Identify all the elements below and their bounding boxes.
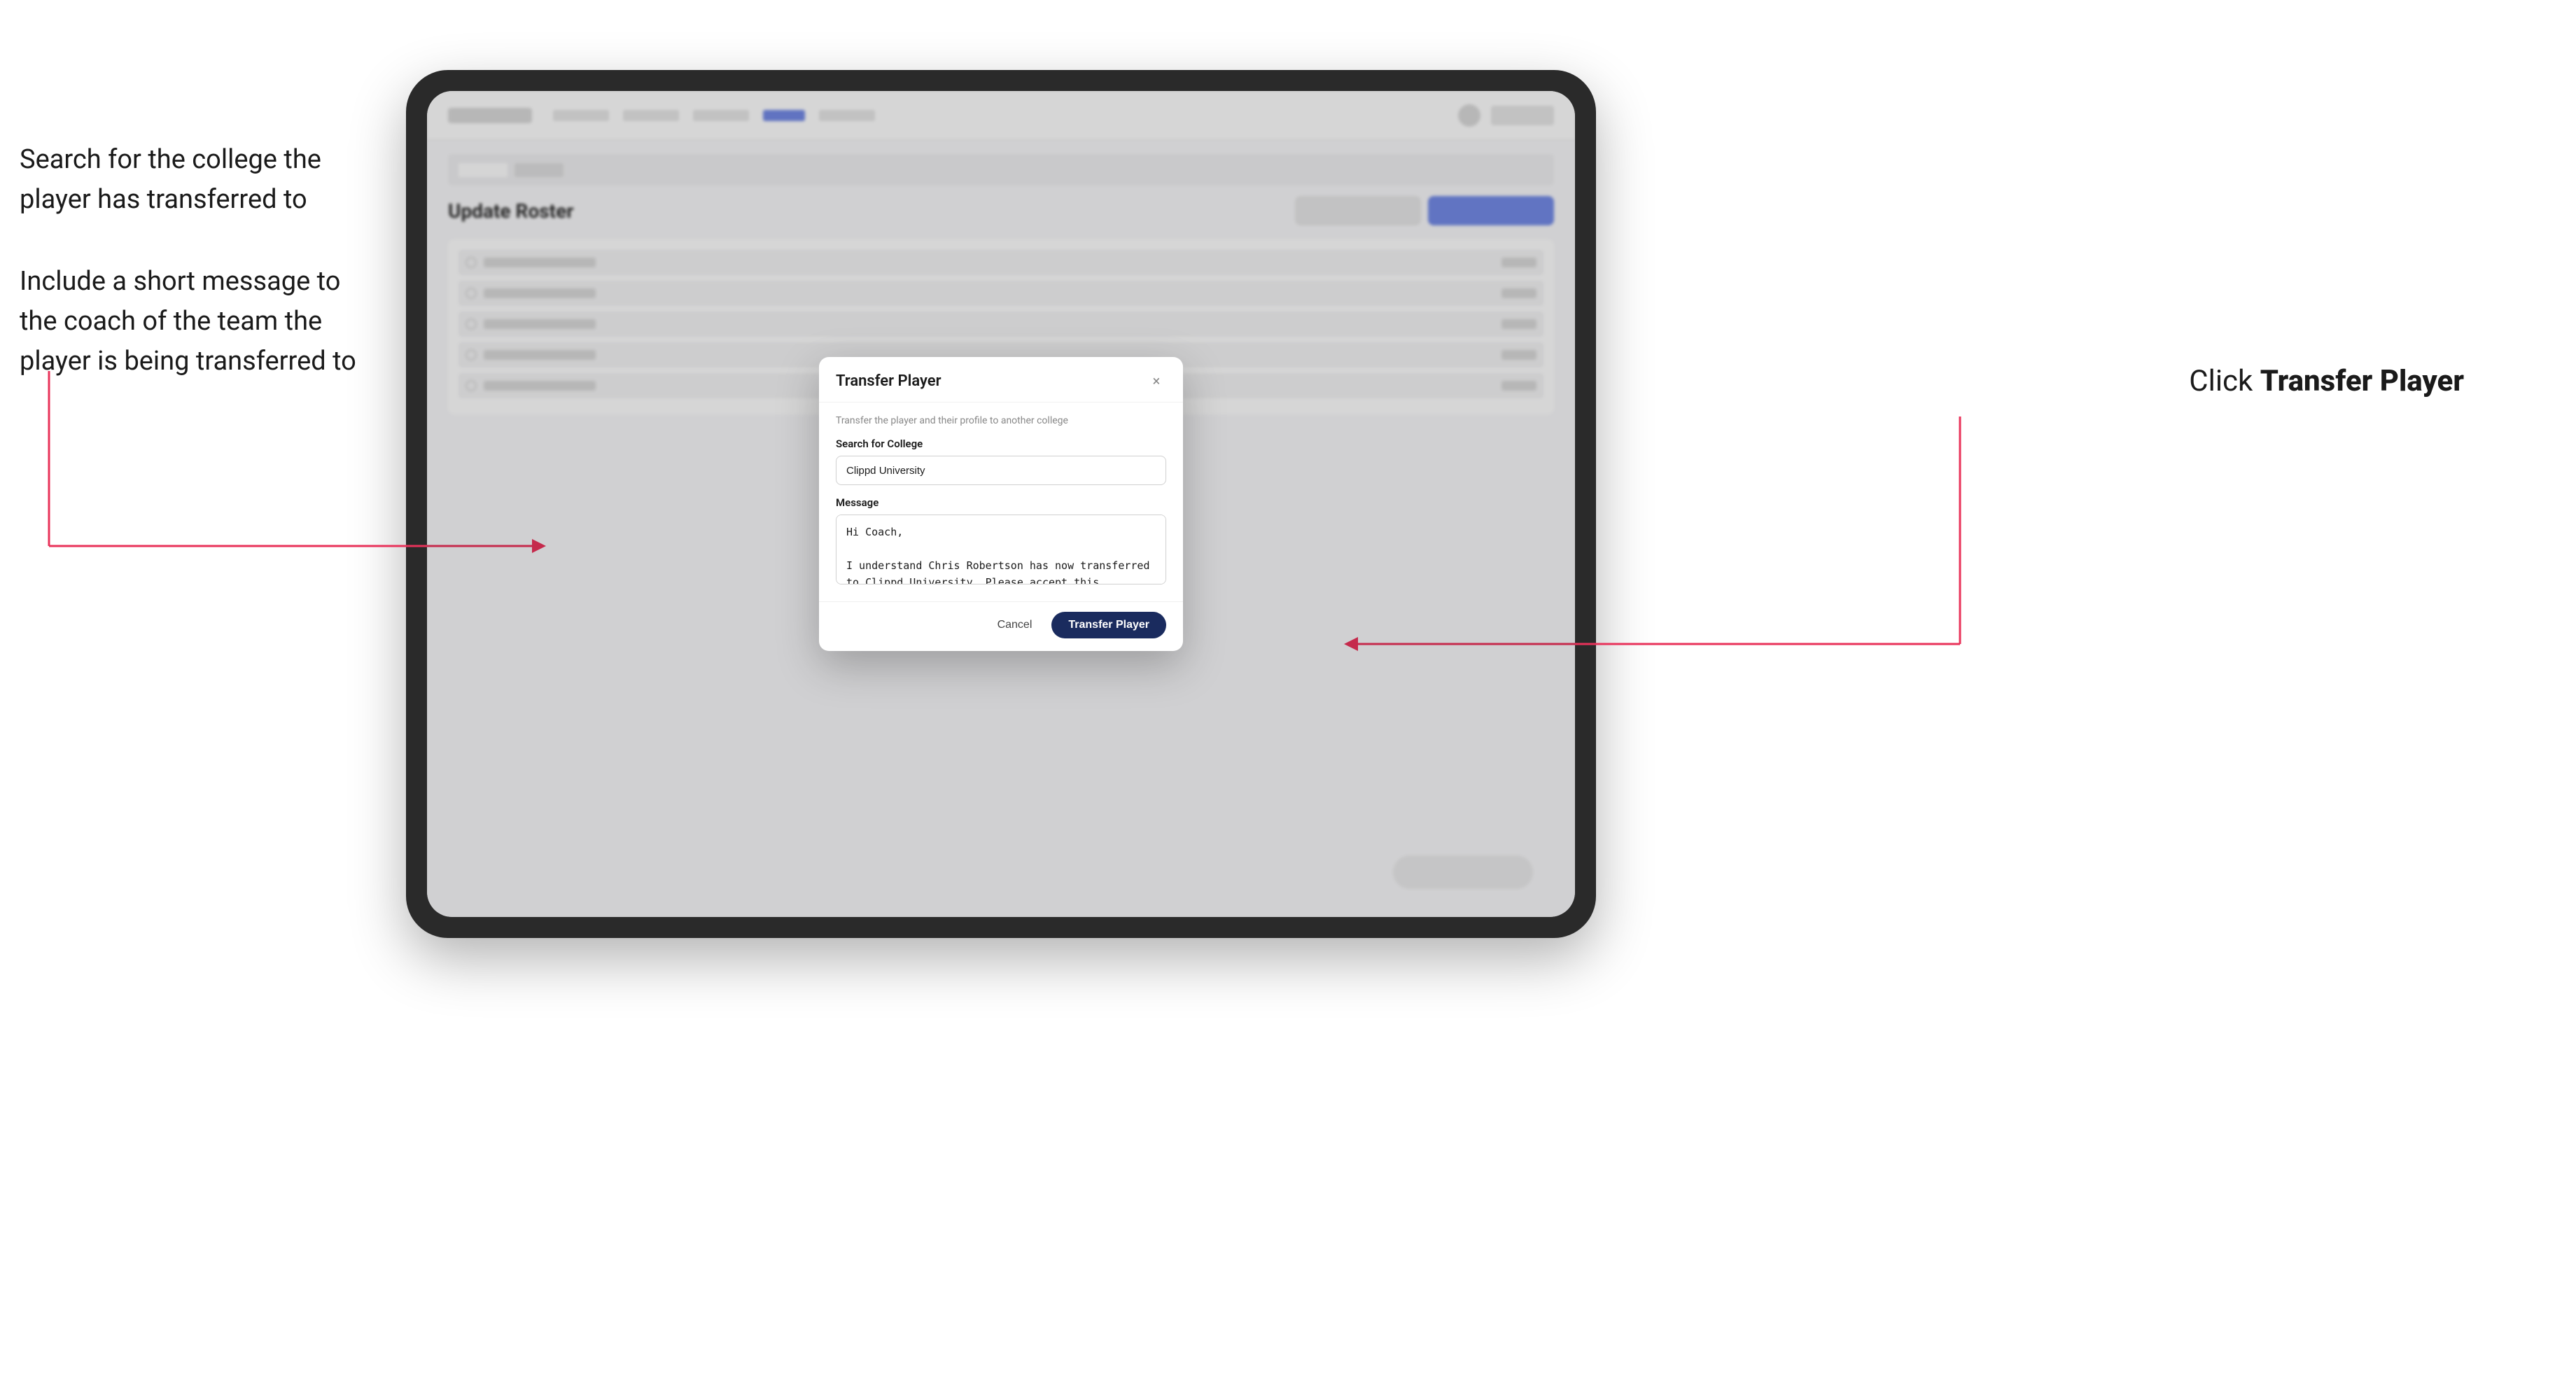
annotation-left-top: Search for the college the player has tr… <box>20 140 384 382</box>
college-label: Search for College <box>836 438 1166 450</box>
tablet-device: Update Roster <box>406 70 1596 938</box>
college-input[interactable] <box>836 456 1166 485</box>
annotation-text-message: Include a short message to the coach of … <box>20 262 384 382</box>
cancel-button[interactable]: Cancel <box>986 613 1044 637</box>
message-textarea[interactable] <box>836 514 1166 584</box>
modal-footer: Cancel Transfer Player <box>819 601 1183 651</box>
tablet-screen: Update Roster <box>427 91 1575 917</box>
annotation-right: Click Transfer Player <box>2189 364 2464 398</box>
modal-subtitle: Transfer the player and their profile to… <box>836 415 1166 426</box>
modal-overlay: Transfer Player × Transfer the player an… <box>427 91 1575 917</box>
annotation-text-search: Search for the college the player has tr… <box>20 140 384 220</box>
modal-title: Transfer Player <box>836 372 941 390</box>
modal-header: Transfer Player × <box>819 357 1183 402</box>
modal-body: Transfer the player and their profile to… <box>819 402 1183 601</box>
message-label: Message <box>836 496 1166 509</box>
transfer-player-modal: Transfer Player × Transfer the player an… <box>819 357 1183 651</box>
modal-close-button[interactable]: × <box>1147 371 1166 391</box>
transfer-player-button[interactable]: Transfer Player <box>1051 612 1166 638</box>
